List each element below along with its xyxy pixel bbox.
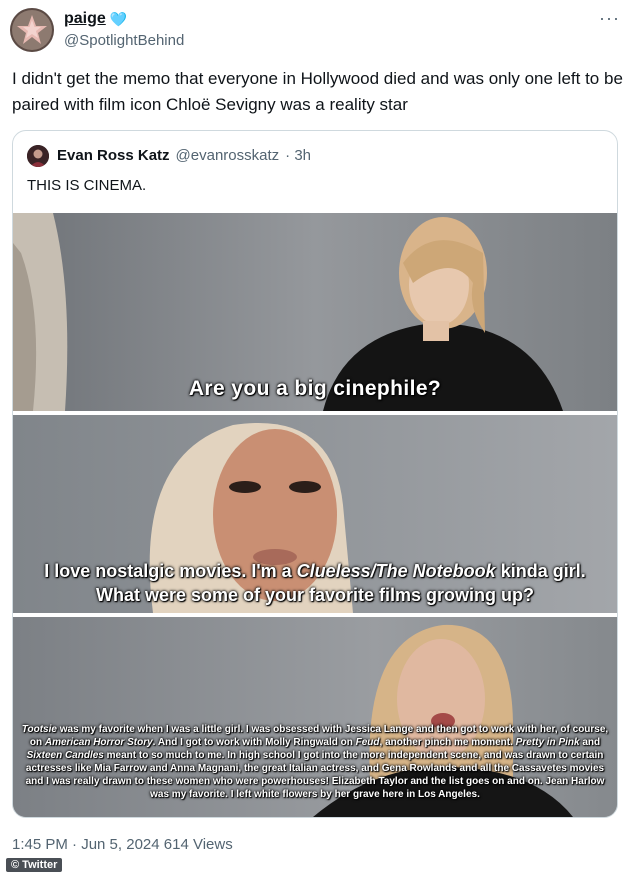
caption-frame-3-title-feud: Feud: [355, 737, 380, 748]
quote-author-avatar[interactable]: [27, 145, 49, 167]
author-name-row: paige 🩵: [64, 10, 127, 28]
quote-handle[interactable]: @evanrosskatz: [176, 147, 280, 164]
caption-frame-2-part-a: I love nostalgic movies. I'm a: [44, 561, 297, 581]
video-frame-2: I love nostalgic movies. I'm a Clueless/…: [13, 415, 617, 613]
tweet-text: I didn't get the memo that everyone in H…: [12, 69, 623, 114]
quote-tweet-card[interactable]: Evan Ross Katz @evanrosskatz · 3h THIS I…: [12, 130, 618, 818]
tweet: paige 🩵 @SpotlightBehind ··· I didn't ge…: [0, 0, 634, 876]
quote-author-row: Evan Ross Katz @evanrosskatz · 3h: [57, 147, 311, 164]
author-handle[interactable]: @SpotlightBehind: [64, 32, 184, 49]
tweet-timestamp[interactable]: 1:45 PM · Jun 5, 2024: [12, 836, 160, 853]
caption-frame-3-title-pink: Pretty in Pink: [515, 737, 580, 748]
author-display-name[interactable]: paige: [64, 10, 106, 28]
more-options-icon[interactable]: ···: [599, 8, 620, 29]
caption-frame-3-title-ahs: American Horror Story: [44, 737, 153, 748]
caption-frame-3-title-tootsie: Tootsie: [21, 724, 57, 735]
caption-frame-3-part-f: , another pinch me moment.: [379, 737, 516, 748]
star-avatar-icon: [10, 8, 54, 52]
caption-frame-2-titles: Clueless/The Notebook: [296, 561, 496, 581]
views-label: Views: [192, 836, 233, 853]
author-avatar[interactable]: [10, 8, 54, 52]
caption-frame-3-part-d: . And I got to work with Molly Ringwald …: [152, 737, 356, 748]
quote-time[interactable]: · 3h: [285, 147, 311, 164]
quote-display-name[interactable]: Evan Ross Katz: [57, 147, 170, 164]
quote-media[interactable]: Are you a big cinephile? I love nostalgi…: [13, 213, 617, 817]
video-frame-3: Tootsie was my favorite when I was a lit…: [13, 617, 617, 817]
caption-frame-1: Are you a big cinephile?: [188, 377, 442, 400]
view-count: 614: [163, 836, 189, 853]
caption-frame-3-title-candles: Sixteen Candles: [26, 750, 104, 761]
quote-text: THIS IS CINEMA.: [27, 177, 147, 194]
caption-frame-2: I love nostalgic movies. I'm a Clueless/…: [13, 559, 617, 607]
person-avatar-icon: [27, 145, 49, 167]
video-frame-1: Are you a big cinephile?: [13, 213, 617, 411]
tweet-footer: 1:45 PM · Jun 5, 2024 614 Views: [12, 836, 233, 853]
caption-frame-3-part-j: meant to so much to me. In high school I…: [25, 750, 605, 800]
ribbon-emoji-icon: 🩵: [109, 10, 128, 27]
caption-frame-3: Tootsie was my favorite when I was a lit…: [13, 723, 617, 801]
twitter-watermark: © Twitter: [6, 858, 63, 872]
caption-frame-3-part-h: and: [579, 737, 601, 748]
